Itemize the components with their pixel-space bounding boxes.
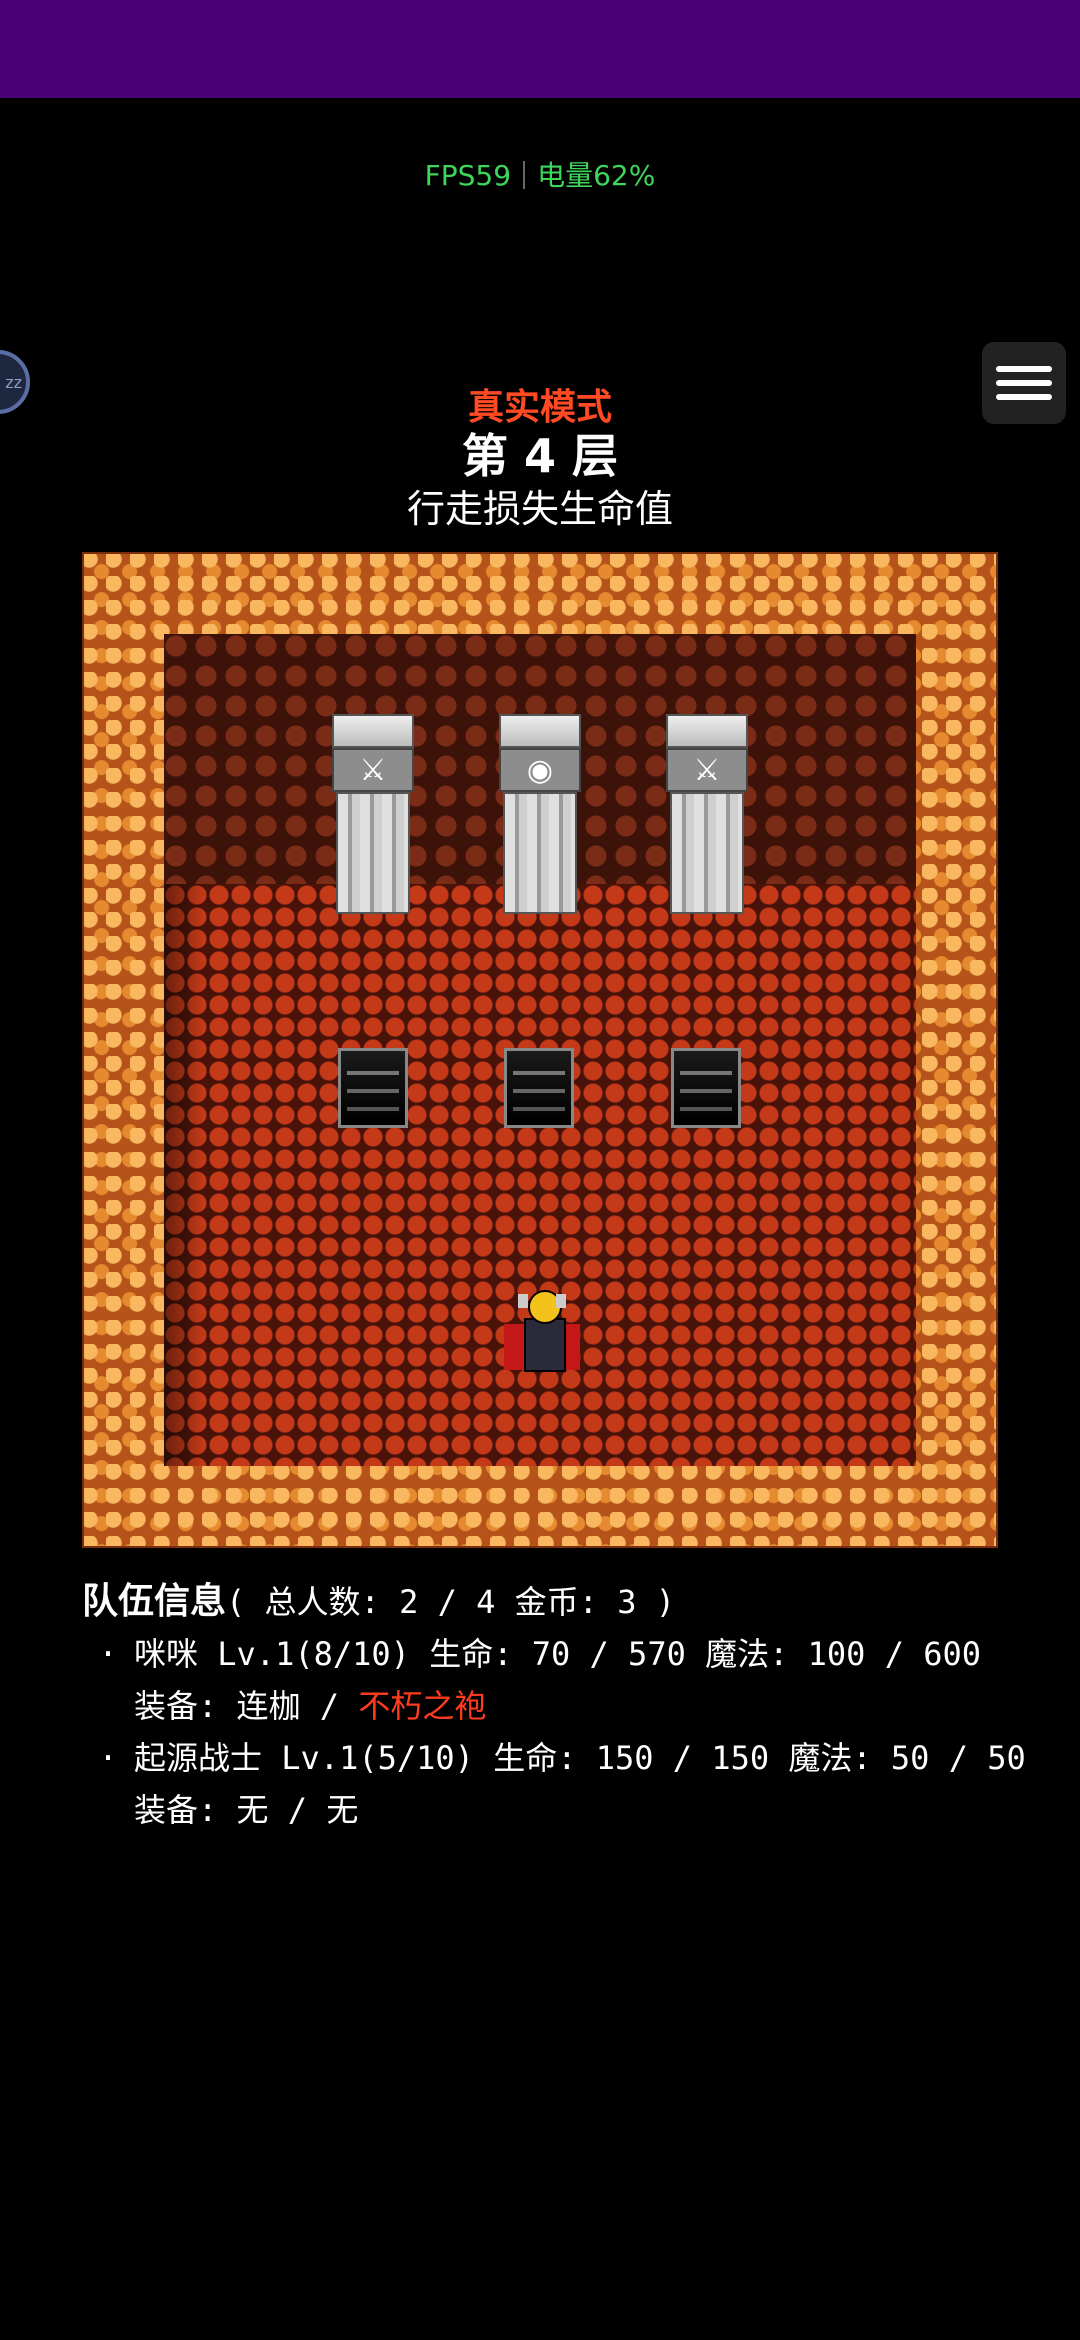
member-stats: 咪咪 Lv.1(8/10) 生命: 70 / 570 魔法: 100 / 600 [134,1635,982,1673]
shop-pillar-weapon[interactable]: ⚔ [332,714,414,914]
menu-icon-bar [996,366,1052,372]
equipment-text: 装备: 连枷 / [134,1687,359,1725]
member-equipment: 装备: 无 / 无 [82,1784,1042,1836]
member-equipment: 装备: 连枷 / 不朽之袍 [82,1680,1042,1732]
sword-icon: ⚔ [666,748,748,792]
helmet-horn [556,1294,566,1308]
shop-pillar-item[interactable]: ◉ [499,714,581,914]
floor-shadow [164,884,204,1466]
pillar-cap [666,714,748,748]
separator [523,161,526,189]
pillar-cap [332,714,414,748]
player-character [504,1290,580,1372]
pillar-cap [499,714,581,748]
armor [524,1318,566,1372]
bullet: · [98,1739,118,1777]
equipment-highlight: 不朽之袍 [358,1687,487,1725]
sword-icon: ⚔ [332,748,414,792]
floor-rule: 行走损失生命值 [406,487,673,531]
pillar-column [670,792,744,914]
bullet: · [98,1635,118,1673]
fps-label: FPS59 [424,159,512,192]
battery-label: 电量62% [537,159,656,192]
system-status-bar [0,0,1080,98]
pillar-column [336,792,410,914]
stairs-icon[interactable] [671,1048,741,1128]
party-info: 队伍信息( 总人数: 2 / 4 金币: 3 ) · 咪咪 Lv.1(8/10) … [82,1576,1042,1836]
party-header: 队伍信息( 总人数: 2 / 4 金币: 3 ) [82,1576,1042,1628]
bag-icon: ◉ [499,748,581,792]
performance-readout: FPS59 电量62% [0,154,1080,194]
pillar-column [503,792,577,914]
stairs-icon[interactable] [504,1048,574,1128]
party-summary: ( 总人数: 2 / 4 金币: 3 ) [226,1583,676,1621]
floor-title: 第 4 层 [461,429,619,483]
game-map[interactable]: ⚔ ◉ ⚔ [82,552,998,1548]
party-member-row: · 起源战士 Lv.1(5/10) 生命: 150 / 150 魔法: 50 / … [82,1732,1042,1784]
stairs-icon[interactable] [338,1048,408,1128]
shop-pillar-weapon[interactable]: ⚔ [666,714,748,914]
lava-floor[interactable] [164,884,916,1466]
room: ⚔ ◉ ⚔ [164,634,916,1466]
helmet-horn [518,1294,528,1308]
member-stats: 起源战士 Lv.1(5/10) 生命: 150 / 150 魔法: 50 / 5… [134,1739,1026,1777]
party-title: 队伍信息 [82,1581,227,1622]
cape [504,1324,526,1370]
equipment-text: 装备: 无 / 无 [134,1791,359,1829]
party-member-row: · 咪咪 Lv.1(8/10) 生命: 70 / 570 魔法: 100 / 60… [82,1628,1042,1680]
